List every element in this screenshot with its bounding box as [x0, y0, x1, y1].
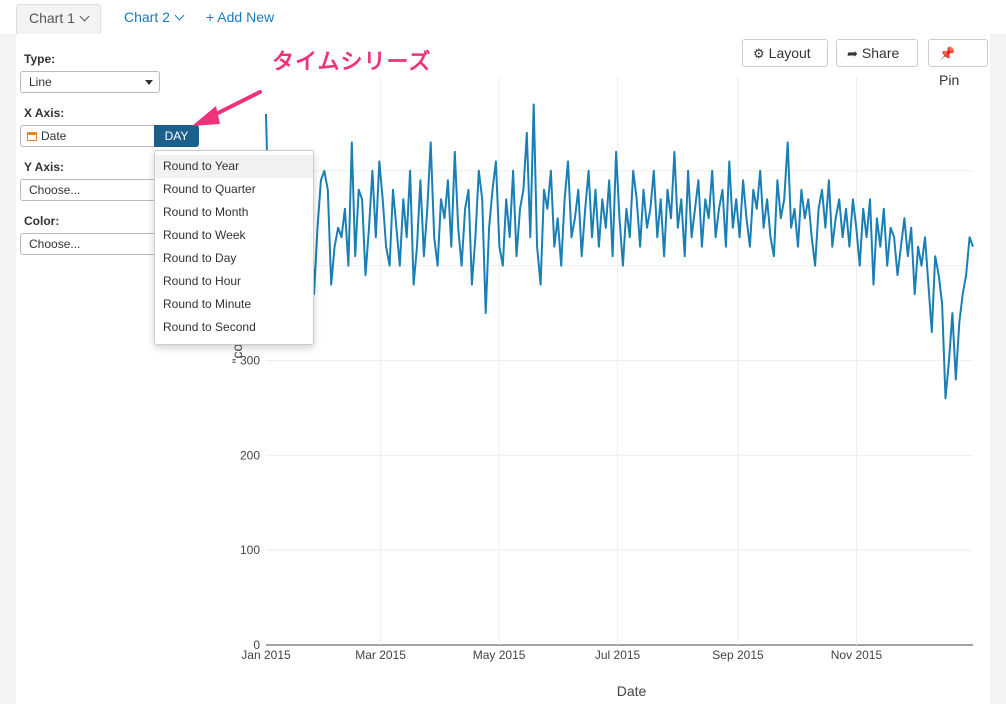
pin-icon: 📌 — [939, 46, 956, 61]
round-option[interactable]: Round to Day — [155, 247, 313, 270]
calendar-icon — [27, 132, 37, 141]
xaxis-field[interactable]: Date — [20, 125, 155, 147]
round-option[interactable]: Round to Minute — [155, 293, 313, 316]
annotation-arrow-icon — [192, 90, 262, 126]
x-tick-label: Nov 2015 — [831, 648, 883, 662]
tab-chart-1[interactable]: Chart 1 — [16, 4, 101, 34]
round-option[interactable]: Round to Month — [155, 201, 313, 224]
x-tick-label: Jan 2015 — [241, 648, 291, 662]
share-arrow-icon: ➦ — [847, 46, 858, 61]
type-select[interactable]: Line — [20, 71, 160, 93]
layout-button[interactable]: ⚙ Layout — [742, 39, 828, 67]
chevron-down-icon — [174, 10, 185, 21]
color-label: Color: — [24, 214, 60, 228]
color-select-value: Choose... — [29, 237, 81, 251]
gear-icon: ⚙ — [753, 46, 765, 61]
series-line — [265, 103, 974, 400]
yaxis-select[interactable]: Choose... — [20, 179, 160, 201]
xaxis-label: X Axis: — [24, 106, 65, 120]
tab-label: Chart 2 — [124, 9, 170, 25]
round-option[interactable]: Round to Quarter — [155, 178, 313, 201]
type-select-value: Line — [29, 75, 52, 89]
share-button-label: Share — [861, 45, 900, 61]
x-tick-label: May 2015 — [473, 648, 526, 662]
tab-bar: Chart 1 Chart 2 + Add New — [0, 0, 1006, 34]
line-chart: 0100200300Jan 2015 Mar 2015 May 2015 Jul 20… — [229, 76, 974, 699]
x-tick-label: Mar 2015 — [355, 648, 406, 662]
tab-label: + Add New — [206, 9, 275, 25]
layout-button-label: Layout — [768, 45, 811, 61]
yaxis-label: Y Axis: — [24, 160, 65, 174]
pin-button[interactable]: 📌Pin — [928, 39, 988, 88]
share-button[interactable]: ➦ Share — [836, 39, 918, 67]
round-option[interactable]: Round to Year — [155, 155, 313, 178]
annotation-text: タイムシリーズ — [272, 49, 432, 74]
caret-down-icon — [145, 80, 153, 85]
x-axis-title: Date — [617, 683, 647, 699]
x-tick-label: Jul 2015 — [595, 648, 641, 662]
x-tick-label: Sep 2015 — [712, 648, 764, 662]
xaxis-value: Date — [41, 129, 67, 143]
round-option[interactable]: Round to Week — [155, 224, 313, 247]
y-tick-label: 100 — [240, 543, 260, 557]
round-options-dropdown: Round to Year Round to Quarter Round to Mo… — [154, 150, 314, 345]
color-select[interactable]: Choose... — [20, 233, 160, 255]
yaxis-select-value: Choose... — [29, 183, 81, 197]
round-option[interactable]: Round to Second — [155, 316, 313, 339]
add-new-tab-button[interactable]: + Add New — [194, 4, 286, 34]
y-tick-label: 200 — [240, 448, 260, 462]
tab-label: Chart 1 — [29, 10, 75, 26]
tab-chart-2[interactable]: Chart 2 — [112, 4, 195, 34]
chevron-down-icon — [79, 11, 90, 22]
round-option[interactable]: Round to Hour — [155, 270, 313, 293]
type-label: Type: — [24, 52, 56, 66]
